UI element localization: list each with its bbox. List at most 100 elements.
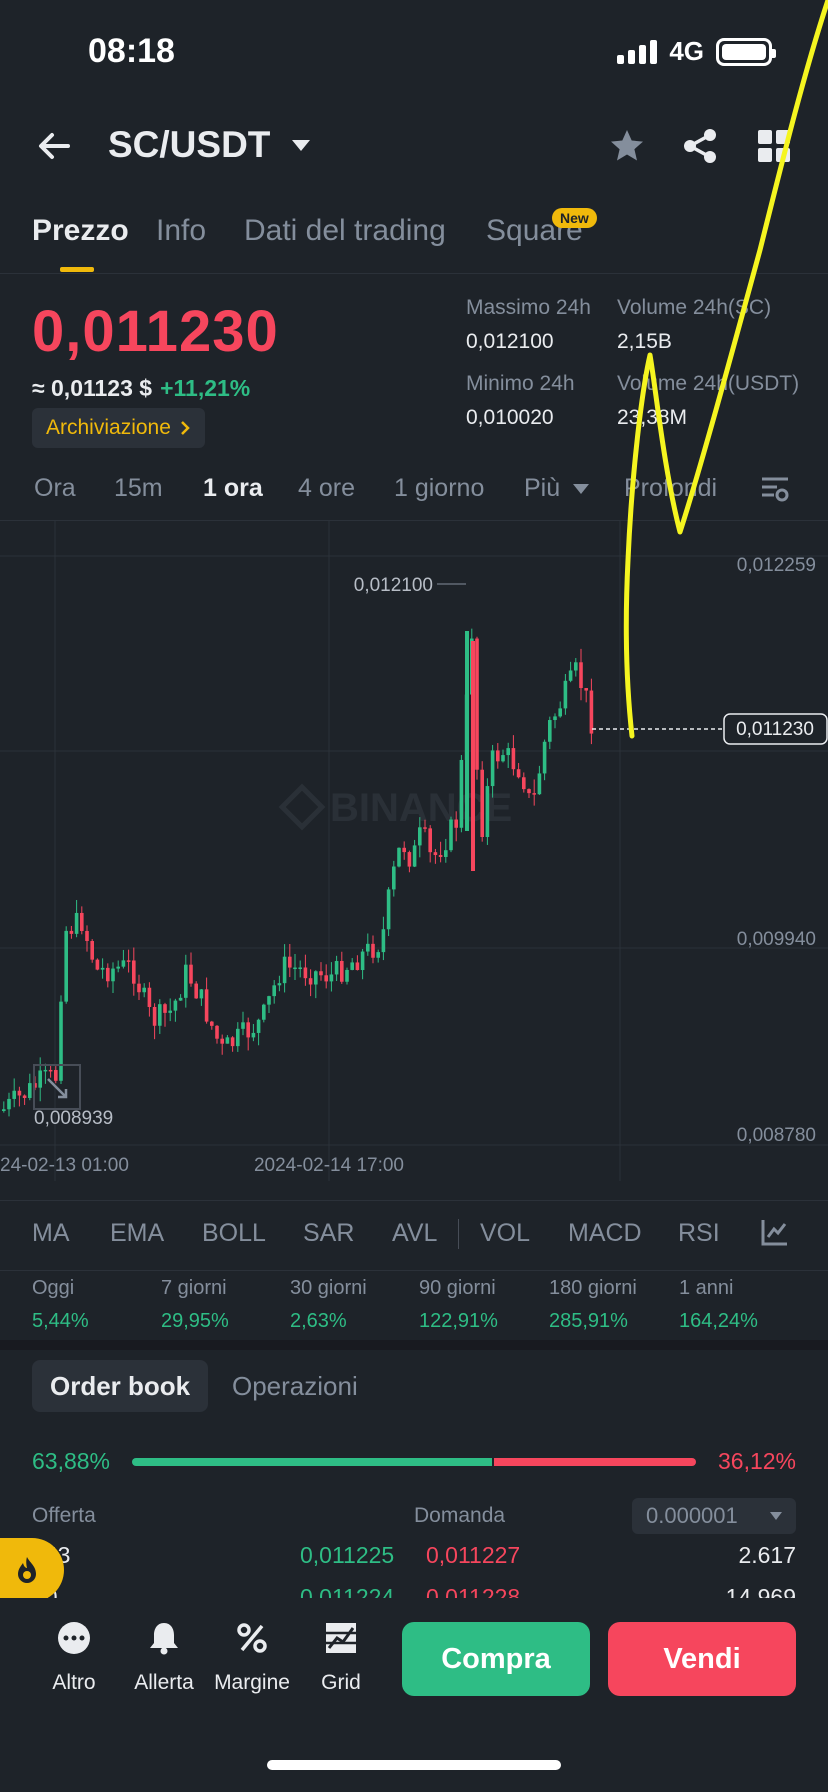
candle-body [230, 1037, 235, 1047]
ask-price: 0,011227 [426, 1542, 521, 1568]
tab-operazioni[interactable]: Operazioni [214, 1360, 376, 1412]
candle-body [204, 989, 209, 1022]
x-axis-label-2: 2024-02-14 17:00 [254, 1155, 404, 1176]
indicator-boll[interactable]: BOLL [202, 1219, 266, 1248]
tab-info[interactable]: Info [156, 214, 206, 248]
candle-body [142, 987, 146, 993]
candle-body [22, 1095, 27, 1098]
perf-180d: 180 giorni 285,91% [549, 1277, 637, 1332]
interval-depth[interactable]: Profondi [624, 474, 717, 503]
volume-usdt-value: 23,38M [617, 406, 688, 429]
candle-body [184, 964, 188, 998]
candle-body [366, 943, 370, 952]
more-button[interactable]: Altro [34, 1620, 114, 1695]
back-arrow-icon[interactable] [34, 126, 74, 166]
buy-ratio-bar [132, 1458, 492, 1466]
candle-body [298, 967, 302, 969]
x-axis-label-1: 24-02-13 01:00 [0, 1155, 129, 1176]
candle-body [126, 960, 131, 962]
candle-body [106, 967, 110, 982]
ask-quantity: 2.617 [738, 1542, 796, 1568]
indicator-ma[interactable]: MA [32, 1219, 70, 1248]
candle-body [402, 847, 406, 853]
interval-4-ore[interactable]: 4 ore [298, 474, 355, 503]
candle-body [558, 708, 562, 717]
candle-body [386, 889, 391, 930]
chart-canvas[interactable]: BINANCE 0,011230 0,012259 0,009940 0,008… [0, 521, 828, 1181]
pair-selector[interactable]: SC/USDT [108, 124, 270, 166]
interval-15m[interactable]: 15m [114, 474, 163, 503]
last-price: 0,011230 [32, 299, 279, 364]
indicator-sar[interactable]: SAR [303, 1219, 354, 1248]
home-indicator [267, 1760, 561, 1770]
candle-body [293, 967, 297, 970]
alert-label: Allerta [134, 1671, 194, 1694]
archive-button[interactable]: Archiviazione [32, 408, 205, 448]
tab-order-book[interactable]: Order book [32, 1360, 209, 1412]
candle-body [262, 1004, 266, 1020]
flame-icon [18, 1557, 36, 1583]
candle-body [173, 1000, 178, 1011]
alert-button[interactable]: Allerta [124, 1620, 204, 1695]
chart-settings-icon[interactable] [760, 474, 790, 504]
candle-body [553, 716, 557, 721]
indicator-ema[interactable]: EMA [110, 1219, 164, 1248]
section-divider [0, 1340, 828, 1350]
order-book-row[interactable]: 843 0,011225 0,011227 2.617 [0, 1542, 828, 1580]
bid-header: Offerta [32, 1504, 96, 1527]
tab-dati-trading[interactable]: Dati del trading [244, 214, 446, 248]
candle-body [350, 962, 354, 970]
candle-body [506, 748, 510, 756]
interval-1-giorno[interactable]: 1 giorno [394, 474, 484, 503]
grid-button[interactable]: Grid [301, 1620, 381, 1695]
candle-body [548, 720, 552, 742]
grid-label: Grid [321, 1671, 361, 1694]
precision-value: 0.000001 [646, 1503, 738, 1528]
interval-1-ora[interactable]: 1 ora [203, 474, 263, 503]
candle-body [288, 956, 292, 968]
hot-floating-button[interactable] [0, 1538, 64, 1602]
more-dots-icon [58, 1622, 90, 1654]
interval-ora[interactable]: Ora [34, 474, 76, 503]
candle-body [137, 983, 141, 993]
candle-body [43, 1069, 48, 1072]
low-24h-label: Minimo 24h [466, 372, 575, 395]
header: SC/USDT [0, 118, 828, 178]
caret-down-icon [573, 484, 590, 495]
share-icon[interactable] [680, 126, 720, 166]
candle-body [418, 827, 422, 846]
star-icon[interactable] [607, 126, 647, 166]
candle-body [314, 971, 318, 985]
candle-body [194, 983, 198, 999]
interval-more[interactable]: Più [524, 474, 590, 503]
perf-1y: 1 anni 164,24% [679, 1277, 758, 1332]
candle-body [340, 960, 344, 982]
caret-down-icon[interactable] [292, 140, 310, 151]
candle-body [54, 1069, 58, 1081]
volume-usdt-label: Volume 24h(USDT) [617, 372, 800, 395]
sell-button[interactable]: Vendi [608, 1622, 796, 1696]
candle-body [69, 930, 74, 934]
candle-body [345, 969, 349, 982]
indicator-rsi[interactable]: RSI [678, 1219, 720, 1248]
battery-icon [716, 37, 776, 66]
precision-select[interactable]: 0.000001 [632, 1498, 796, 1534]
candlestick-chart[interactable]: BINANCE 0,011230 0,012259 0,009940 0,008… [0, 520, 828, 1181]
indicator-settings-icon[interactable] [760, 1217, 790, 1247]
candle-body [303, 967, 308, 979]
candle-body [355, 962, 360, 971]
buy-button[interactable]: Compra [402, 1622, 590, 1696]
high-24h-value: 0,012100 [466, 330, 554, 353]
bell-icon [150, 1623, 178, 1655]
indicator-macd[interactable]: MACD [568, 1219, 642, 1248]
indicator-avl[interactable]: AVL [392, 1219, 437, 1248]
indicator-vol[interactable]: VOL [480, 1219, 530, 1248]
margin-button[interactable]: Margine [212, 1620, 292, 1695]
candle-body [501, 755, 505, 762]
layout-grid-icon[interactable] [758, 130, 790, 162]
candle-body [158, 1004, 162, 1026]
candle-body [324, 975, 328, 982]
tab-prezzo[interactable]: Prezzo [32, 214, 129, 248]
candle-body [152, 1006, 157, 1026]
performance-row: Oggi 5,44% 7 giorni 29,95% 30 giorni 2,63% … [0, 1270, 828, 1340]
